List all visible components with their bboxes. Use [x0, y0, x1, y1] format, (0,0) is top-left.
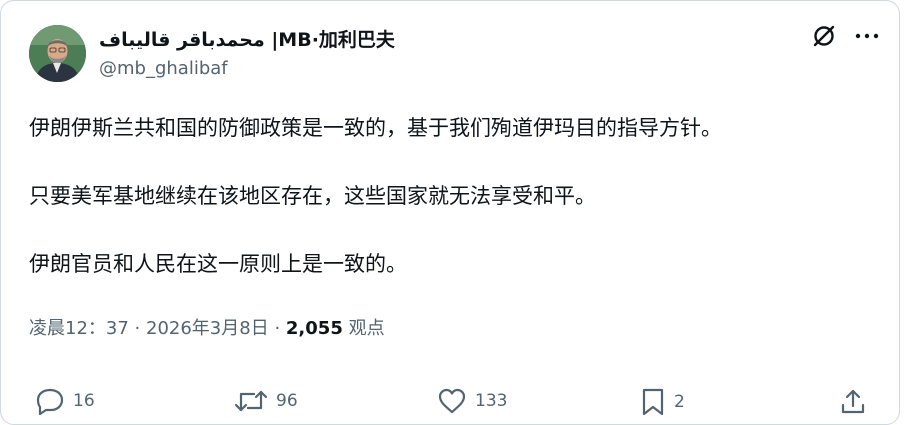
tweet-paragraph-3: 伊朗官员和人民在这一原则上是一致的。 [29, 252, 407, 276]
tweet-meta: 凌晨12：37 · 2026年3月8日 · 2,055 观点 [29, 314, 385, 340]
tweet-date[interactable]: 2026年3月8日 [146, 318, 269, 339]
author-name[interactable]: محمدباقر قالیباف |MB·加利巴夫 [99, 25, 395, 52]
share-icon [841, 389, 865, 414]
tweet-paragraph-1: 伊朗伊斯兰共和国的防御政策是一致的，基于我们殉道伊玛目的指导方针。 [29, 116, 722, 140]
like-icon [438, 388, 466, 414]
repost-button[interactable]: 96 [234, 387, 298, 415]
views-count: 2,055 [285, 318, 343, 339]
avatar[interactable] [29, 25, 86, 82]
views-label: 观点 [348, 318, 385, 339]
reply-count: 16 [73, 391, 95, 411]
meta-separator: · [274, 318, 286, 339]
avatar-image [29, 25, 86, 82]
tweet-time[interactable]: 凌晨12：37 [29, 318, 129, 339]
action-bar: 16 96 133 2 [1, 387, 901, 419]
share-button[interactable] [839, 387, 867, 415]
bookmark-button[interactable]: 2 [640, 387, 685, 417]
reply-button[interactable]: 16 [35, 387, 95, 415]
grok-icon[interactable] [811, 23, 837, 49]
tweet-card: محمدباقر قالیباف |MB·加利巴夫 @mb_ghalibaf 伊… [0, 0, 900, 425]
tweet-paragraph-2: 只要美军基地继续在该地区存在，这些国家就无法享受和平。 [29, 184, 596, 208]
bookmark-icon [642, 388, 664, 416]
more-icon[interactable] [855, 31, 879, 41]
author-handle[interactable]: @mb_ghalibaf [99, 58, 228, 79]
bookmark-count: 2 [674, 392, 685, 412]
top-icons [811, 23, 879, 49]
repost-count: 96 [276, 391, 298, 411]
meta-separator: · [134, 318, 146, 339]
repost-icon [234, 390, 268, 412]
like-button[interactable]: 133 [437, 387, 507, 415]
author-name-row[interactable]: محمدباقر قالیباف |MB·加利巴夫 [99, 25, 395, 52]
like-count: 133 [475, 391, 508, 411]
reply-icon [36, 388, 64, 415]
